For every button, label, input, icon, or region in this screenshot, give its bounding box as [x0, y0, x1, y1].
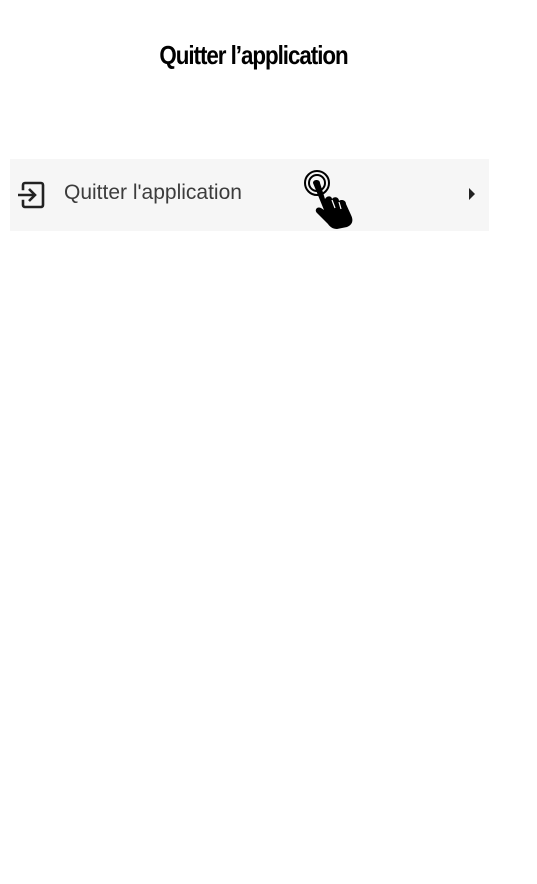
quit-app-menu-item[interactable]: Quitter l'application — [10, 159, 489, 231]
tap-hand-icon — [303, 169, 361, 229]
quit-app-label: Quitter l'application — [64, 181, 242, 204]
chevron-right-icon — [468, 187, 476, 201]
exit-icon — [15, 180, 47, 210]
page-title: Quitter l’application — [159, 40, 348, 70]
